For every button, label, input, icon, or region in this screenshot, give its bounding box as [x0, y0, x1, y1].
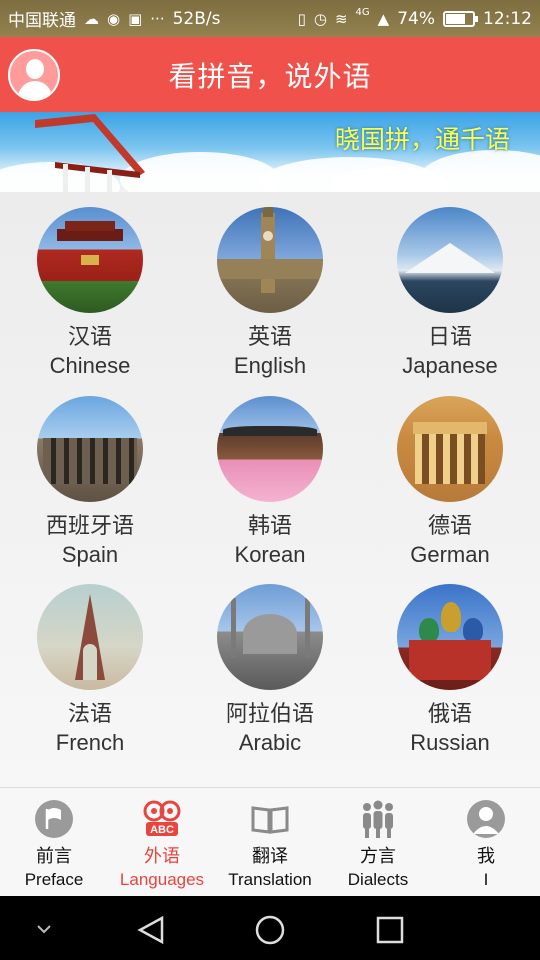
language-grid: 汉语 Chinese 英语 English 日语 Japanese 西班牙语 S…: [0, 192, 540, 787]
language-arabic[interactable]: 阿拉伯语 Arabic: [180, 584, 360, 757]
colosseum-image: [37, 396, 143, 502]
language-en-label: English: [233, 353, 307, 378]
avatar[interactable]: [8, 49, 60, 101]
language-cn-label: 法语: [67, 702, 112, 727]
bridge-image: [35, 114, 145, 192]
avatar-head-icon: [26, 59, 44, 79]
signal-icon: 4G: [355, 7, 370, 18]
language-en-label: French: [55, 730, 125, 755]
language-french[interactable]: 法语 French: [0, 584, 180, 757]
wifi-icon: ≋: [334, 9, 348, 28]
language-german[interactable]: 德语 German: [360, 396, 540, 569]
korean-palace-image: [217, 396, 323, 502]
avatar-body-icon: [18, 81, 52, 99]
abc-owl-icon: ABC: [141, 798, 183, 840]
system-nav-bar: [0, 896, 540, 960]
tab-languages[interactable]: ABC 外语 Languages: [108, 788, 216, 896]
alarm-icon: ◷: [313, 9, 327, 28]
status-bar: 中国联通 ☁ ◉ ▣ ··· 52B/s ▯ ◷ ≋ 4G ▲ 74% 12:1…: [0, 0, 540, 37]
flag-icon: [33, 798, 75, 840]
cell-signal-icon: ▲: [377, 9, 390, 28]
carrier-label: 中国联通: [8, 11, 76, 31]
language-korean[interactable]: 韩语 Korean: [180, 396, 360, 569]
app-notification-icon: ◉: [107, 9, 121, 28]
eiffel-tower-image: [37, 584, 143, 690]
language-chinese[interactable]: 汉语 Chinese: [0, 207, 180, 380]
language-en-label: German: [410, 542, 490, 567]
people-icon: [357, 798, 399, 840]
language-en-label: Chinese: [49, 353, 131, 378]
language-spanish[interactable]: 西班牙语 Spain: [0, 396, 180, 569]
st-basils-image: [397, 584, 503, 690]
user-icon: [465, 798, 507, 840]
tab-me[interactable]: 我 I: [432, 788, 540, 896]
tab-en-label: Languages: [119, 870, 205, 889]
tab-dialects[interactable]: 方言 Dialects: [324, 788, 432, 896]
language-japanese[interactable]: 日语 Japanese: [360, 207, 540, 380]
language-cn-label: 西班牙语: [45, 514, 134, 539]
tab-cn-label: 方言: [360, 846, 396, 867]
svg-text:ABC: ABC: [150, 824, 174, 836]
language-en-label: Japanese: [402, 353, 498, 378]
tab-preface[interactable]: 前言 Preface: [0, 788, 108, 896]
mount-fuji-image: [397, 207, 503, 313]
language-en-label: Arabic: [238, 730, 302, 755]
language-cn-label: 汉语: [67, 325, 112, 350]
recents-icon[interactable]: [376, 916, 404, 944]
battery-icon: [443, 10, 478, 27]
more-notifications-icon: ···: [150, 9, 165, 28]
language-cn-label: 韩语: [247, 514, 292, 539]
tab-cn-label: 翻译: [252, 846, 288, 867]
tab-en-label: Translation: [228, 870, 312, 889]
brandenburg-gate-image: [397, 396, 503, 502]
language-en-label: Korean: [234, 542, 306, 567]
language-cn-label: 日语: [427, 325, 472, 350]
net-speed: 52B/s: [172, 8, 221, 29]
tab-en-label: Dialects: [347, 870, 409, 889]
home-icon[interactable]: [255, 915, 285, 945]
language-en-label: Spain: [61, 542, 119, 567]
language-english[interactable]: 英语 English: [180, 207, 360, 380]
vibrate-icon: ▯: [297, 9, 306, 28]
page-title: 看拼音，说外语: [168, 59, 372, 93]
collapse-chevron-icon[interactable]: [37, 925, 51, 934]
book-icon: [249, 798, 291, 840]
banner[interactable]: 晓国拼，通千语: [0, 112, 540, 192]
language-cn-label: 德语: [427, 514, 472, 539]
language-cn-label: 俄语: [427, 702, 472, 727]
tiananmen-image: [37, 207, 143, 313]
clock: 12:12: [483, 8, 532, 29]
language-russian[interactable]: 俄语 Russian: [360, 584, 540, 757]
tab-en-label: Preface: [24, 870, 84, 889]
app-header: 看拼音，说外语: [0, 37, 540, 112]
tab-cn-label: 我: [477, 846, 495, 867]
tab-en-label: I: [483, 870, 489, 889]
weather-icon: ☁: [84, 9, 99, 28]
mosque-image: [217, 584, 323, 690]
language-en-label: Russian: [410, 730, 490, 755]
back-icon[interactable]: [137, 915, 164, 945]
banner-slogan: 晓国拼，通千语: [334, 125, 510, 154]
language-cn-label: 英语: [247, 325, 292, 350]
tab-cn-label: 前言: [36, 846, 72, 867]
battery-percent: 74%: [397, 8, 435, 29]
tab-translation[interactable]: 翻译 Translation: [216, 788, 324, 896]
sim-icon: ▣: [128, 9, 143, 28]
big-ben-image: [217, 207, 323, 313]
tab-cn-label: 外语: [144, 846, 180, 867]
bottom-tab-bar: 前言 Preface ABC 外语 Languages 翻译 Translati…: [0, 787, 540, 896]
language-cn-label: 阿拉伯语: [225, 702, 314, 727]
